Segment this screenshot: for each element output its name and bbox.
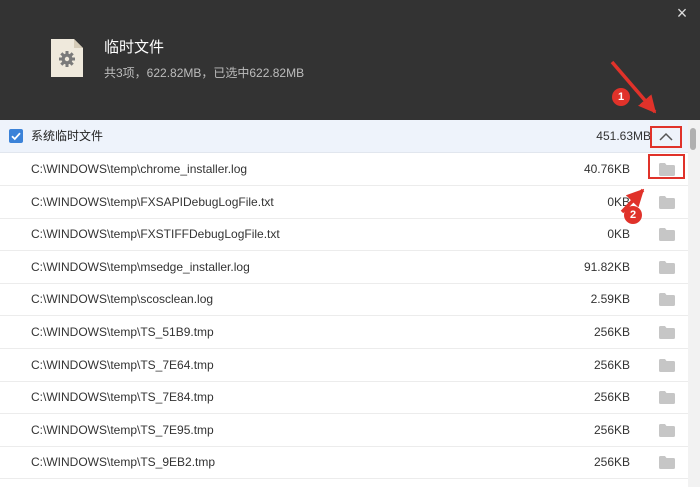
file-row[interactable]: C:\WINDOWS\temp\scosclean.log 2.59KB bbox=[0, 283, 688, 317]
file-row[interactable]: C:\WINDOWS\temp\msedge_installer.log 91.8… bbox=[0, 251, 688, 284]
file-row[interactable]: C:\WINDOWS\temp\TS_7E64.tmp 256KB bbox=[0, 349, 688, 382]
file-size: 256KB bbox=[593, 325, 630, 339]
file-size: 0KB bbox=[607, 227, 630, 242]
folder-icon[interactable] bbox=[659, 456, 675, 470]
selection-summary: 共3项，622.82MB，已选中622.82MB bbox=[104, 66, 305, 80]
file-row[interactable]: C:\WINDOWS\temp\FXSTIFFDebugLogFile.txt 0… bbox=[0, 218, 688, 252]
settings-file-icon bbox=[51, 39, 83, 77]
file-row[interactable]: C:\WINDOWS\temp\FXSAPIDebugLogFile.txt 0K… bbox=[0, 186, 688, 219]
file-path: C:\WINDOWS\temp\TS_7E95.tmp bbox=[31, 422, 214, 437]
file-path: C:\WINDOWS\temp\TS_9EB2.tmp bbox=[31, 455, 216, 470]
file-size: 256KB bbox=[593, 357, 630, 372]
group-row-system-temp[interactable]: 系统临时文件 451.63MB bbox=[0, 120, 688, 153]
file-path: C:\WINDOWS\temp\scosclean.log bbox=[31, 292, 214, 307]
file-size: 256KB bbox=[593, 455, 630, 470]
scrollbar-thumb[interactable] bbox=[690, 128, 696, 150]
group-size: 451.63MB bbox=[596, 129, 651, 143]
file-path: C:\WINDOWS\temp\TS_7E84.tmp bbox=[31, 390, 214, 405]
collapse-button[interactable] bbox=[650, 126, 682, 148]
close-icon[interactable]: × bbox=[672, 3, 692, 23]
page-title: 临时文件 bbox=[104, 39, 165, 56]
folder-icon[interactable] bbox=[659, 260, 675, 274]
folder-icon[interactable] bbox=[659, 326, 675, 339]
file-size: 40.76KB bbox=[583, 162, 630, 176]
scrollbar[interactable] bbox=[688, 120, 700, 487]
checkbox-checked-icon[interactable] bbox=[9, 129, 23, 143]
file-path: C:\WINDOWS\temp\chrome_installer.log bbox=[31, 162, 248, 176]
folder-icon[interactable] bbox=[659, 195, 675, 209]
file-row[interactable]: C:\WINDOWS\temp\TS_51B9.tmp 256KB bbox=[0, 316, 688, 349]
file-row[interactable]: C:\WINDOWS\temp\TS_7E95.tmp 256KB bbox=[0, 414, 688, 447]
dialog-header: × 临时文件 共3项，622.82MB，已选中622.82MB bbox=[0, 0, 700, 120]
folder-icon[interactable] bbox=[659, 228, 675, 242]
file-size: 256KB bbox=[593, 390, 630, 405]
file-size: 2.59KB bbox=[590, 292, 630, 307]
file-row[interactable]: C:\WINDOWS\temp\TS_9EB2.tmp 256KB bbox=[0, 446, 688, 480]
file-size: 91.82KB bbox=[583, 259, 630, 274]
folder-icon[interactable] bbox=[659, 423, 675, 437]
folder-icon[interactable] bbox=[659, 391, 675, 405]
annotation-step-1: 1 bbox=[612, 88, 630, 106]
file-path: C:\WINDOWS\temp\msedge_installer.log bbox=[31, 259, 250, 274]
chevron-up-icon bbox=[659, 132, 673, 141]
file-row[interactable]: C:\WINDOWS\temp\chrome_installer.log 40.7… bbox=[0, 153, 688, 186]
folder-icon[interactable] bbox=[659, 293, 675, 307]
file-path: C:\WINDOWS\temp\TS_7E64.tmp bbox=[31, 357, 214, 372]
file-list: 系统临时文件 451.63MB C:\WINDOWS\temp\chrome_i… bbox=[0, 120, 688, 487]
group-label: 系统临时文件 bbox=[31, 129, 104, 143]
file-path: C:\WINDOWS\temp\TS_51B9.tmp bbox=[31, 325, 214, 339]
annotation-step-2: 2 bbox=[624, 206, 642, 224]
folder-icon[interactable] bbox=[659, 358, 675, 372]
file-path: C:\WINDOWS\temp\FXSTIFFDebugLogFile.txt bbox=[31, 227, 280, 242]
file-size: 256KB bbox=[593, 422, 630, 437]
file-row[interactable]: C:\WINDOWS\temp\TS_7E84.tmp 256KB bbox=[0, 381, 688, 415]
annotation-highlight-folder bbox=[648, 154, 685, 179]
file-path: C:\WINDOWS\temp\FXSAPIDebugLogFile.txt bbox=[31, 194, 274, 209]
